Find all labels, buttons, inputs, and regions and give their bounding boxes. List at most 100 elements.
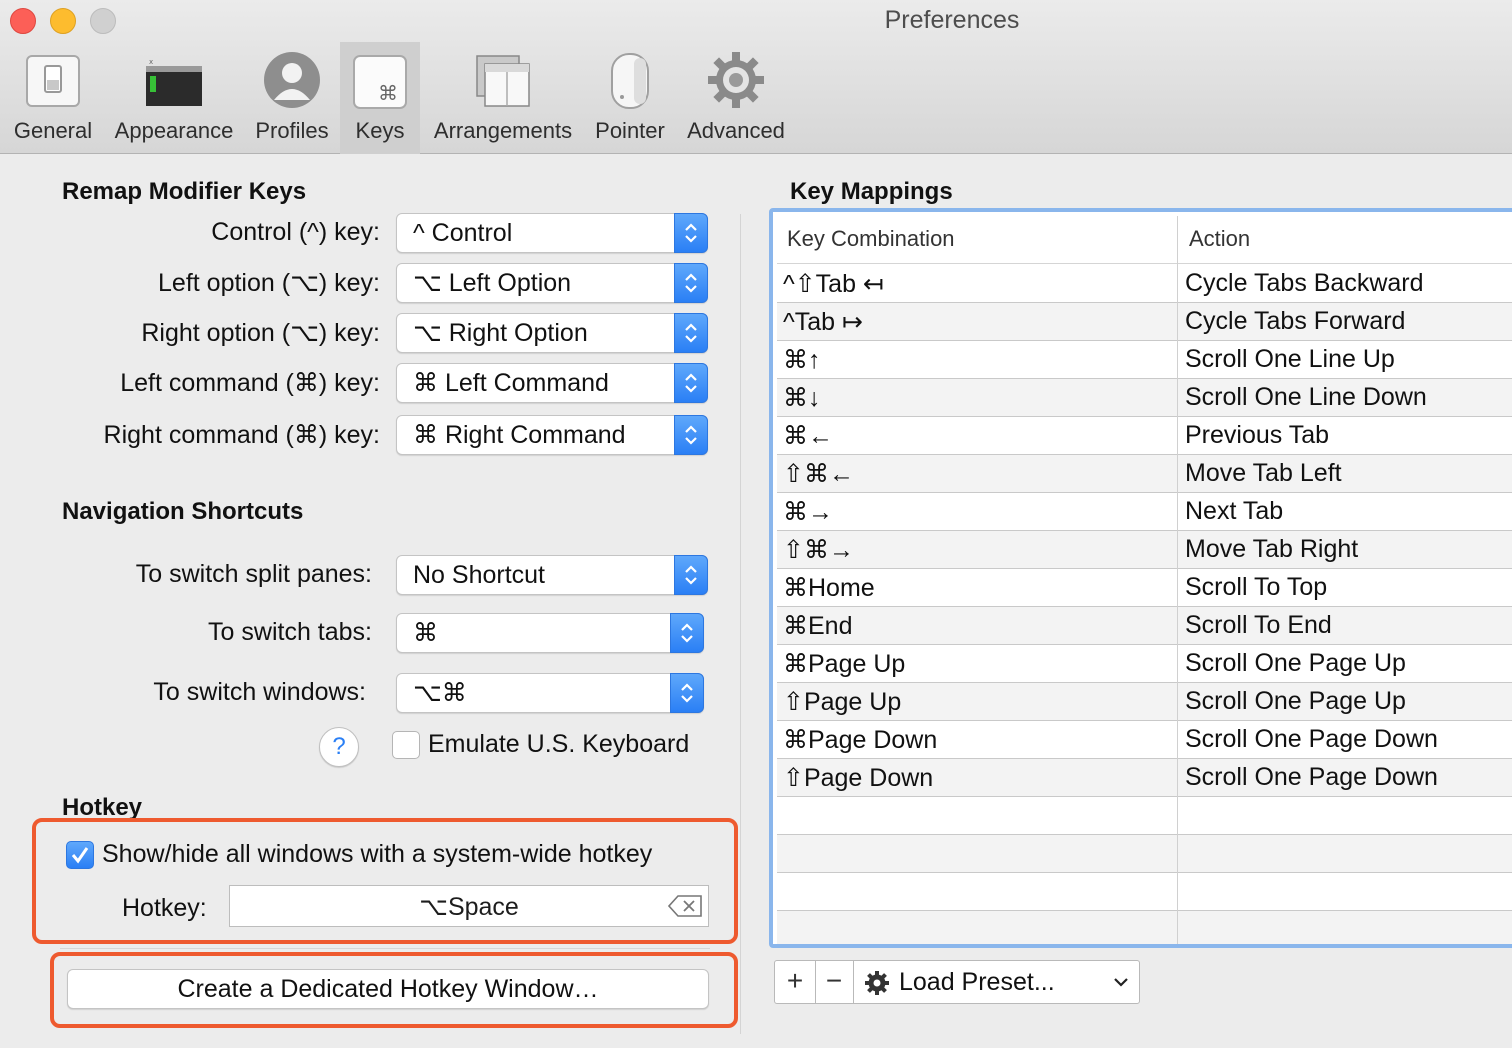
switch-windows-popup[interactable]: ⌥⌘ xyxy=(396,673,704,713)
popup-value: ^ Control xyxy=(413,219,513,247)
chevron-up-down-icon xyxy=(674,213,708,253)
gear-icon xyxy=(865,971,889,995)
popup-value: ⌥ Left Option xyxy=(413,269,572,297)
gear-icon xyxy=(708,52,764,108)
table-row[interactable]: ⌘Home Scroll To Top xyxy=(777,569,1512,607)
tab-general[interactable]: General xyxy=(6,42,100,154)
separator xyxy=(60,948,710,949)
tab-label: Arrangements xyxy=(433,118,573,143)
command-key-icon: ⌘ xyxy=(353,55,407,109)
table-row[interactable]: ⌘↓ Scroll One Line Down xyxy=(777,379,1512,417)
control-key-label: Control (^) key: xyxy=(211,218,380,246)
tab-label: Keys xyxy=(355,118,405,143)
switch-tabs-popup[interactable]: ⌘ xyxy=(396,613,704,653)
column-header-key-combination[interactable]: Key Combination xyxy=(787,226,955,252)
action-cell: Scroll To End xyxy=(1185,611,1332,639)
left-option-key-popup[interactable]: ⌥ Left Option xyxy=(396,263,708,303)
tab-pointer[interactable]: Pointer xyxy=(588,42,672,154)
windows-stack-icon xyxy=(476,55,530,107)
right-option-key-label: Right option (⌥) key: xyxy=(141,319,380,347)
action-cell: Scroll One Line Down xyxy=(1185,383,1427,411)
action-cell: Previous Tab xyxy=(1185,421,1330,449)
tab-appearance[interactable]: x Appearance xyxy=(108,42,240,154)
key-combination-cell: ⌘Home xyxy=(783,574,875,602)
chevron-up-down-icon xyxy=(674,415,708,455)
chevron-up-down-icon xyxy=(674,363,708,403)
column-header-action[interactable]: Action xyxy=(1189,226,1250,252)
right-option-key-popup[interactable]: ⌥ Right Option xyxy=(396,313,708,353)
tab-label: Appearance xyxy=(114,118,234,143)
help-button[interactable]: ? xyxy=(319,727,359,767)
table-row[interactable]: ⌘→ Next Tab xyxy=(777,493,1512,531)
emulate-us-keyboard-checkbox[interactable] xyxy=(392,731,420,759)
clear-delete-icon[interactable] xyxy=(668,895,702,917)
popup-value: ⌘ Right Command xyxy=(413,421,626,449)
key-combination-cell: ^Tab ↦ xyxy=(783,308,863,336)
tab-arrangements[interactable]: Arrangements xyxy=(426,42,580,154)
show-hide-hotkey-checkbox[interactable] xyxy=(66,841,94,869)
load-preset-label: Load Preset... xyxy=(899,968,1055,996)
window-title: Preferences xyxy=(884,6,1020,34)
table-tools-bar: + − Load Preset... xyxy=(774,960,1140,1004)
control-key-popup[interactable]: ^ Control xyxy=(396,213,708,253)
right-command-key-label: Right command (⌘) key: xyxy=(103,421,380,449)
popup-value: ⌘ Left Command xyxy=(413,369,609,397)
key-combination-cell: ⌘Page Down xyxy=(783,726,938,754)
popup-value: No Shortcut xyxy=(413,561,546,589)
add-mapping-button[interactable]: + xyxy=(775,961,815,1003)
hotkey-recorder-field[interactable]: ⌥Space xyxy=(229,885,709,927)
chevron-up-down-icon xyxy=(670,613,704,653)
table-header: Key Combination Action xyxy=(777,216,1512,264)
key-combination-cell: ⇧⌘→ xyxy=(783,536,854,564)
tab-label: Pointer xyxy=(595,118,665,143)
key-mappings-title: Key Mappings xyxy=(790,178,953,205)
mouse-icon xyxy=(611,53,649,109)
switch-panes-popup[interactable]: No Shortcut xyxy=(396,555,708,595)
action-cell: Scroll One Page Up xyxy=(1185,649,1406,677)
action-cell: Scroll One Page Up xyxy=(1185,687,1406,715)
remove-mapping-button[interactable]: − xyxy=(816,961,852,1003)
column-separator xyxy=(1177,216,1178,944)
key-combination-cell: ⌘→ xyxy=(783,498,833,526)
action-cell: Scroll One Page Down xyxy=(1185,763,1438,791)
left-option-key-label: Left option (⌥) key: xyxy=(158,269,380,297)
table-row[interactable]: ⌘Page Up Scroll One Page Up xyxy=(777,645,1512,683)
chevron-up-down-icon xyxy=(674,555,708,595)
show-hide-hotkey-label: Show/hide all windows with a system-wide… xyxy=(102,840,653,868)
chevron-up-down-icon xyxy=(670,673,704,713)
table-row[interactable]: ⌘Page Down Scroll One Page Down xyxy=(777,721,1512,759)
navigation-section-title: Navigation Shortcuts xyxy=(62,498,304,525)
table-row xyxy=(777,911,1512,944)
create-dedicated-hotkey-window-button[interactable]: Create a Dedicated Hotkey Window… xyxy=(67,969,709,1009)
chevron-up-down-icon xyxy=(674,313,708,353)
table-row[interactable]: ⇧⌘← Move Tab Left xyxy=(777,455,1512,493)
popup-value: ⌥⌘ xyxy=(413,679,467,707)
key-combination-cell: ⌘↓ xyxy=(783,384,821,412)
action-cell: Next Tab xyxy=(1185,497,1284,525)
tab-profiles[interactable]: Profiles xyxy=(248,42,336,154)
hotkey-field-label: Hotkey: xyxy=(122,894,207,922)
left-command-key-popup[interactable]: ⌘ Left Command xyxy=(396,363,708,403)
table-row[interactable]: ⌘↑ Scroll One Line Up xyxy=(777,341,1512,379)
key-mappings-table[interactable]: Key Combination Action ^⇧Tab ↤ Cycle Tabs… xyxy=(769,208,1512,948)
key-combination-cell: ⇧⌘← xyxy=(783,460,854,488)
action-cell: Cycle Tabs Forward xyxy=(1185,307,1406,335)
table-row[interactable]: ⌘← Previous Tab xyxy=(777,417,1512,455)
table-row[interactable]: ^Tab ↦ Cycle Tabs Forward xyxy=(777,303,1512,341)
key-combination-cell: ⌘Page Up xyxy=(783,650,906,678)
table-row[interactable]: ⇧Page Down Scroll One Page Down xyxy=(777,759,1512,797)
table-row xyxy=(777,873,1512,911)
table-row[interactable]: ^⇧Tab ↤ Cycle Tabs Backward xyxy=(777,265,1512,303)
switch-windows-label: To switch windows: xyxy=(153,678,366,706)
load-preset-popup[interactable]: Load Preset... xyxy=(854,961,1139,1003)
pane-divider xyxy=(740,214,741,1034)
table-row[interactable]: ⌘End Scroll To End xyxy=(777,607,1512,645)
table-row[interactable]: ⇧⌘→ Move Tab Right xyxy=(777,531,1512,569)
right-command-key-popup[interactable]: ⌘ Right Command xyxy=(396,415,708,455)
table-row[interactable]: ⇧Page Up Scroll One Page Up xyxy=(777,683,1512,721)
key-combination-cell: ^⇧Tab ↤ xyxy=(783,270,884,298)
window-toolbar: Preferences General x Appearance Profile… xyxy=(0,0,1512,154)
tab-advanced[interactable]: Advanced xyxy=(680,42,792,154)
tab-label: General xyxy=(13,118,93,143)
tab-keys[interactable]: ⌘ Keys xyxy=(340,42,420,154)
